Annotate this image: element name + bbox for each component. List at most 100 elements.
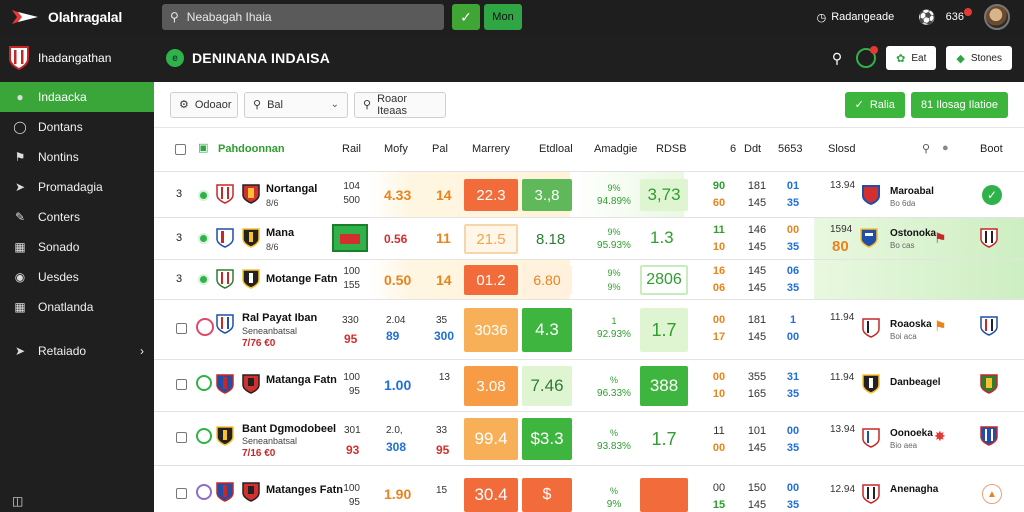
odd-box-outline[interactable]: 1.7	[640, 418, 688, 460]
header-col-7[interactable]: RDSB	[656, 143, 687, 155]
home-crest-icon	[216, 314, 234, 334]
odd-value[interactable]: 0.50	[384, 272, 411, 288]
odd-box-orange[interactable]: 99.4	[464, 418, 518, 460]
live-icon[interactable]	[856, 46, 879, 68]
settings-icon[interactable]: ●	[942, 142, 949, 154]
odd-value[interactable]: 1.90	[384, 486, 411, 502]
odd-box-outline[interactable]: 2806	[640, 265, 688, 295]
odd-value-2[interactable]: 14	[436, 187, 452, 203]
select-all-checkbox[interactable]	[175, 144, 186, 155]
mini-bottom: 10	[712, 241, 726, 253]
header-col-9[interactable]: Ddt	[744, 143, 761, 155]
football-icon[interactable]: ⚽	[918, 9, 935, 26]
table-row[interactable]: 3 Mana 8/6 0.56 11 21.5 8.18 9% 95.93% 1.…	[154, 218, 1024, 260]
header-col-11[interactable]: Slosd	[828, 143, 856, 155]
header-col-3[interactable]: Pal	[432, 143, 448, 155]
sidebar-header[interactable]: Ihadangathan	[0, 34, 154, 82]
filter-button[interactable]: ⚙ Odoaor	[170, 91, 238, 118]
odd-box-green[interactable]: 4.3	[522, 308, 572, 352]
table-row[interactable]: Matanges Fatn 100 95 1.90 15 30.4 $ % 9% 0…	[154, 466, 1024, 512]
notifications-button[interactable]: 636	[946, 8, 972, 23]
more-button[interactable]: 81 Ilosag Ilatioe	[910, 91, 1008, 118]
odd-box-light[interactable]: 6.80	[522, 265, 572, 295]
odd-plain[interactable]: 8.18	[536, 231, 565, 248]
odd-box-orange[interactable]: 01.2	[464, 265, 518, 295]
row-checkbox[interactable]	[176, 488, 187, 499]
header-name[interactable]: Pahdoonnan	[218, 143, 285, 155]
pct-top: 9%	[607, 183, 621, 193]
row-checkbox[interactable]	[176, 323, 187, 334]
search-input[interactable]: ⚲ Neabagah Ihaia	[162, 4, 444, 30]
sidebar-item-0[interactable]: ● Indaacka	[0, 82, 162, 112]
odd-value-2[interactable]: 11	[436, 230, 451, 246]
odd-box-green[interactable]: 3.,8	[522, 179, 572, 211]
header-col-2[interactable]: Mofy	[384, 143, 408, 155]
header-col-8[interactable]: 6	[730, 143, 736, 155]
sidebar-item-1[interactable]: ◯ Dontans	[0, 112, 154, 142]
odd-value[interactable]: 4.33	[384, 187, 411, 203]
odd-box-green[interactable]: 388	[640, 366, 688, 406]
search-icon[interactable]: ⚲	[922, 142, 930, 155]
favorite-icon[interactable]	[196, 318, 214, 336]
odd-blue[interactable]: 89	[386, 329, 399, 343]
table-row[interactable]: 3 Nortangal 8/6 104 500 4.33 14 22.3 3.,8…	[154, 172, 1024, 218]
sidebar-item-label: Retaiado	[38, 344, 87, 358]
row-checkbox[interactable]	[176, 379, 187, 390]
eat-button[interactable]: ✿ Eat	[886, 46, 937, 70]
filter-actions: ✓ Ralia 81 Ilosag Ilatioe	[844, 91, 1024, 118]
odd-blue[interactable]: 300	[434, 329, 454, 343]
leaf-icon: ✿	[896, 52, 906, 65]
apply-button[interactable]: ✓ Ralia	[844, 91, 905, 118]
header-col-5[interactable]: Etdloal	[539, 143, 573, 155]
sidebar-item-3[interactable]: ➤ Promadagia	[0, 172, 154, 202]
odd-box-orange[interactable]: 3036	[464, 308, 518, 352]
odd-box-light[interactable]: 7.46	[522, 366, 572, 406]
sidebar-item-label: Dontans	[38, 120, 83, 134]
odd-box-orange[interactable]: $	[522, 478, 572, 512]
clock-link[interactable]: ◷ Radangeade	[817, 11, 895, 24]
odd-box-light[interactable]: 1.7	[640, 308, 688, 352]
odd-box-light[interactable]: 3,73	[640, 179, 688, 211]
brand[interactable]: Olahragalal	[0, 0, 154, 34]
stones-button[interactable]: ◆ Stones	[946, 46, 1012, 70]
row-checkbox[interactable]	[176, 432, 187, 443]
header-col-12[interactable]: Boot	[980, 143, 1003, 155]
user-avatar[interactable]	[984, 4, 1010, 30]
stat-pair: 100 155	[330, 265, 360, 293]
check-circle-icon[interactable]: ✓	[982, 185, 1002, 205]
search-items-button[interactable]: ⚲ Roaor Iteaas	[354, 91, 446, 118]
go-button[interactable]: Mon	[484, 4, 522, 30]
odd-value-2[interactable]: 14	[436, 272, 452, 288]
odd-box-orange[interactable]: 30.4	[464, 478, 518, 512]
header-col-6[interactable]: Amadgie	[594, 143, 637, 155]
sidebar-item-6[interactable]: ◉ Uesdes	[0, 262, 154, 292]
table-row[interactable]: Matanga Fatn 100 95 1.00 13 3.08 7.46 % 96…	[154, 360, 1024, 412]
odd-value[interactable]: 1.00	[384, 377, 411, 393]
odd-box-green[interactable]: $3.3	[522, 418, 572, 460]
confirm-button[interactable]: ✓	[452, 4, 480, 30]
odd-box-orange[interactable]	[640, 478, 688, 512]
match-score: 80	[832, 238, 849, 255]
table-row[interactable]: Ral Payat Iban Seneanbatsal 7/76 €0 330 …	[154, 300, 1024, 360]
flag-badge[interactable]	[332, 224, 368, 252]
odd-box-orange[interactable]: 22.3	[464, 179, 518, 211]
sidebar-item-7[interactable]: ▦ Onatlanda	[0, 292, 154, 322]
odd-box-orange[interactable]: 3.08	[464, 366, 518, 406]
sidebar-item-8[interactable]: ➤ Retaiado ›	[0, 336, 154, 366]
sidebar-item-5[interactable]: ▦ Sonado	[0, 232, 154, 262]
header-col-4[interactable]: Marrery	[472, 143, 510, 155]
table-row[interactable]: 3 Motange Fatn 100 155 0.50 14 01.2 6.80 …	[154, 260, 1024, 300]
odd-value[interactable]: 0.56	[384, 232, 407, 246]
header-col-10[interactable]: 5653	[778, 143, 802, 155]
filter-select[interactable]: ⚲ Bal ⌄	[244, 91, 348, 118]
odd-plain[interactable]: 1.3	[650, 228, 674, 248]
header-col-1[interactable]: Rail	[342, 143, 361, 155]
odd-box-outline[interactable]: 21.5	[464, 224, 518, 254]
odd-blue[interactable]: 308	[386, 440, 406, 454]
sidebar-item-2[interactable]: ⚑ Nontins	[0, 142, 154, 172]
sidebar-item-4[interactable]: ✎ Conters	[0, 202, 154, 232]
odd-red[interactable]: 95	[436, 443, 449, 457]
table-row[interactable]: Bant Dgmodobeel Seneanbatsal 7/16 €0 301…	[154, 412, 1024, 466]
trash-icon[interactable]: ◫	[12, 494, 23, 508]
search-icon[interactable]: ⚲	[832, 50, 842, 67]
